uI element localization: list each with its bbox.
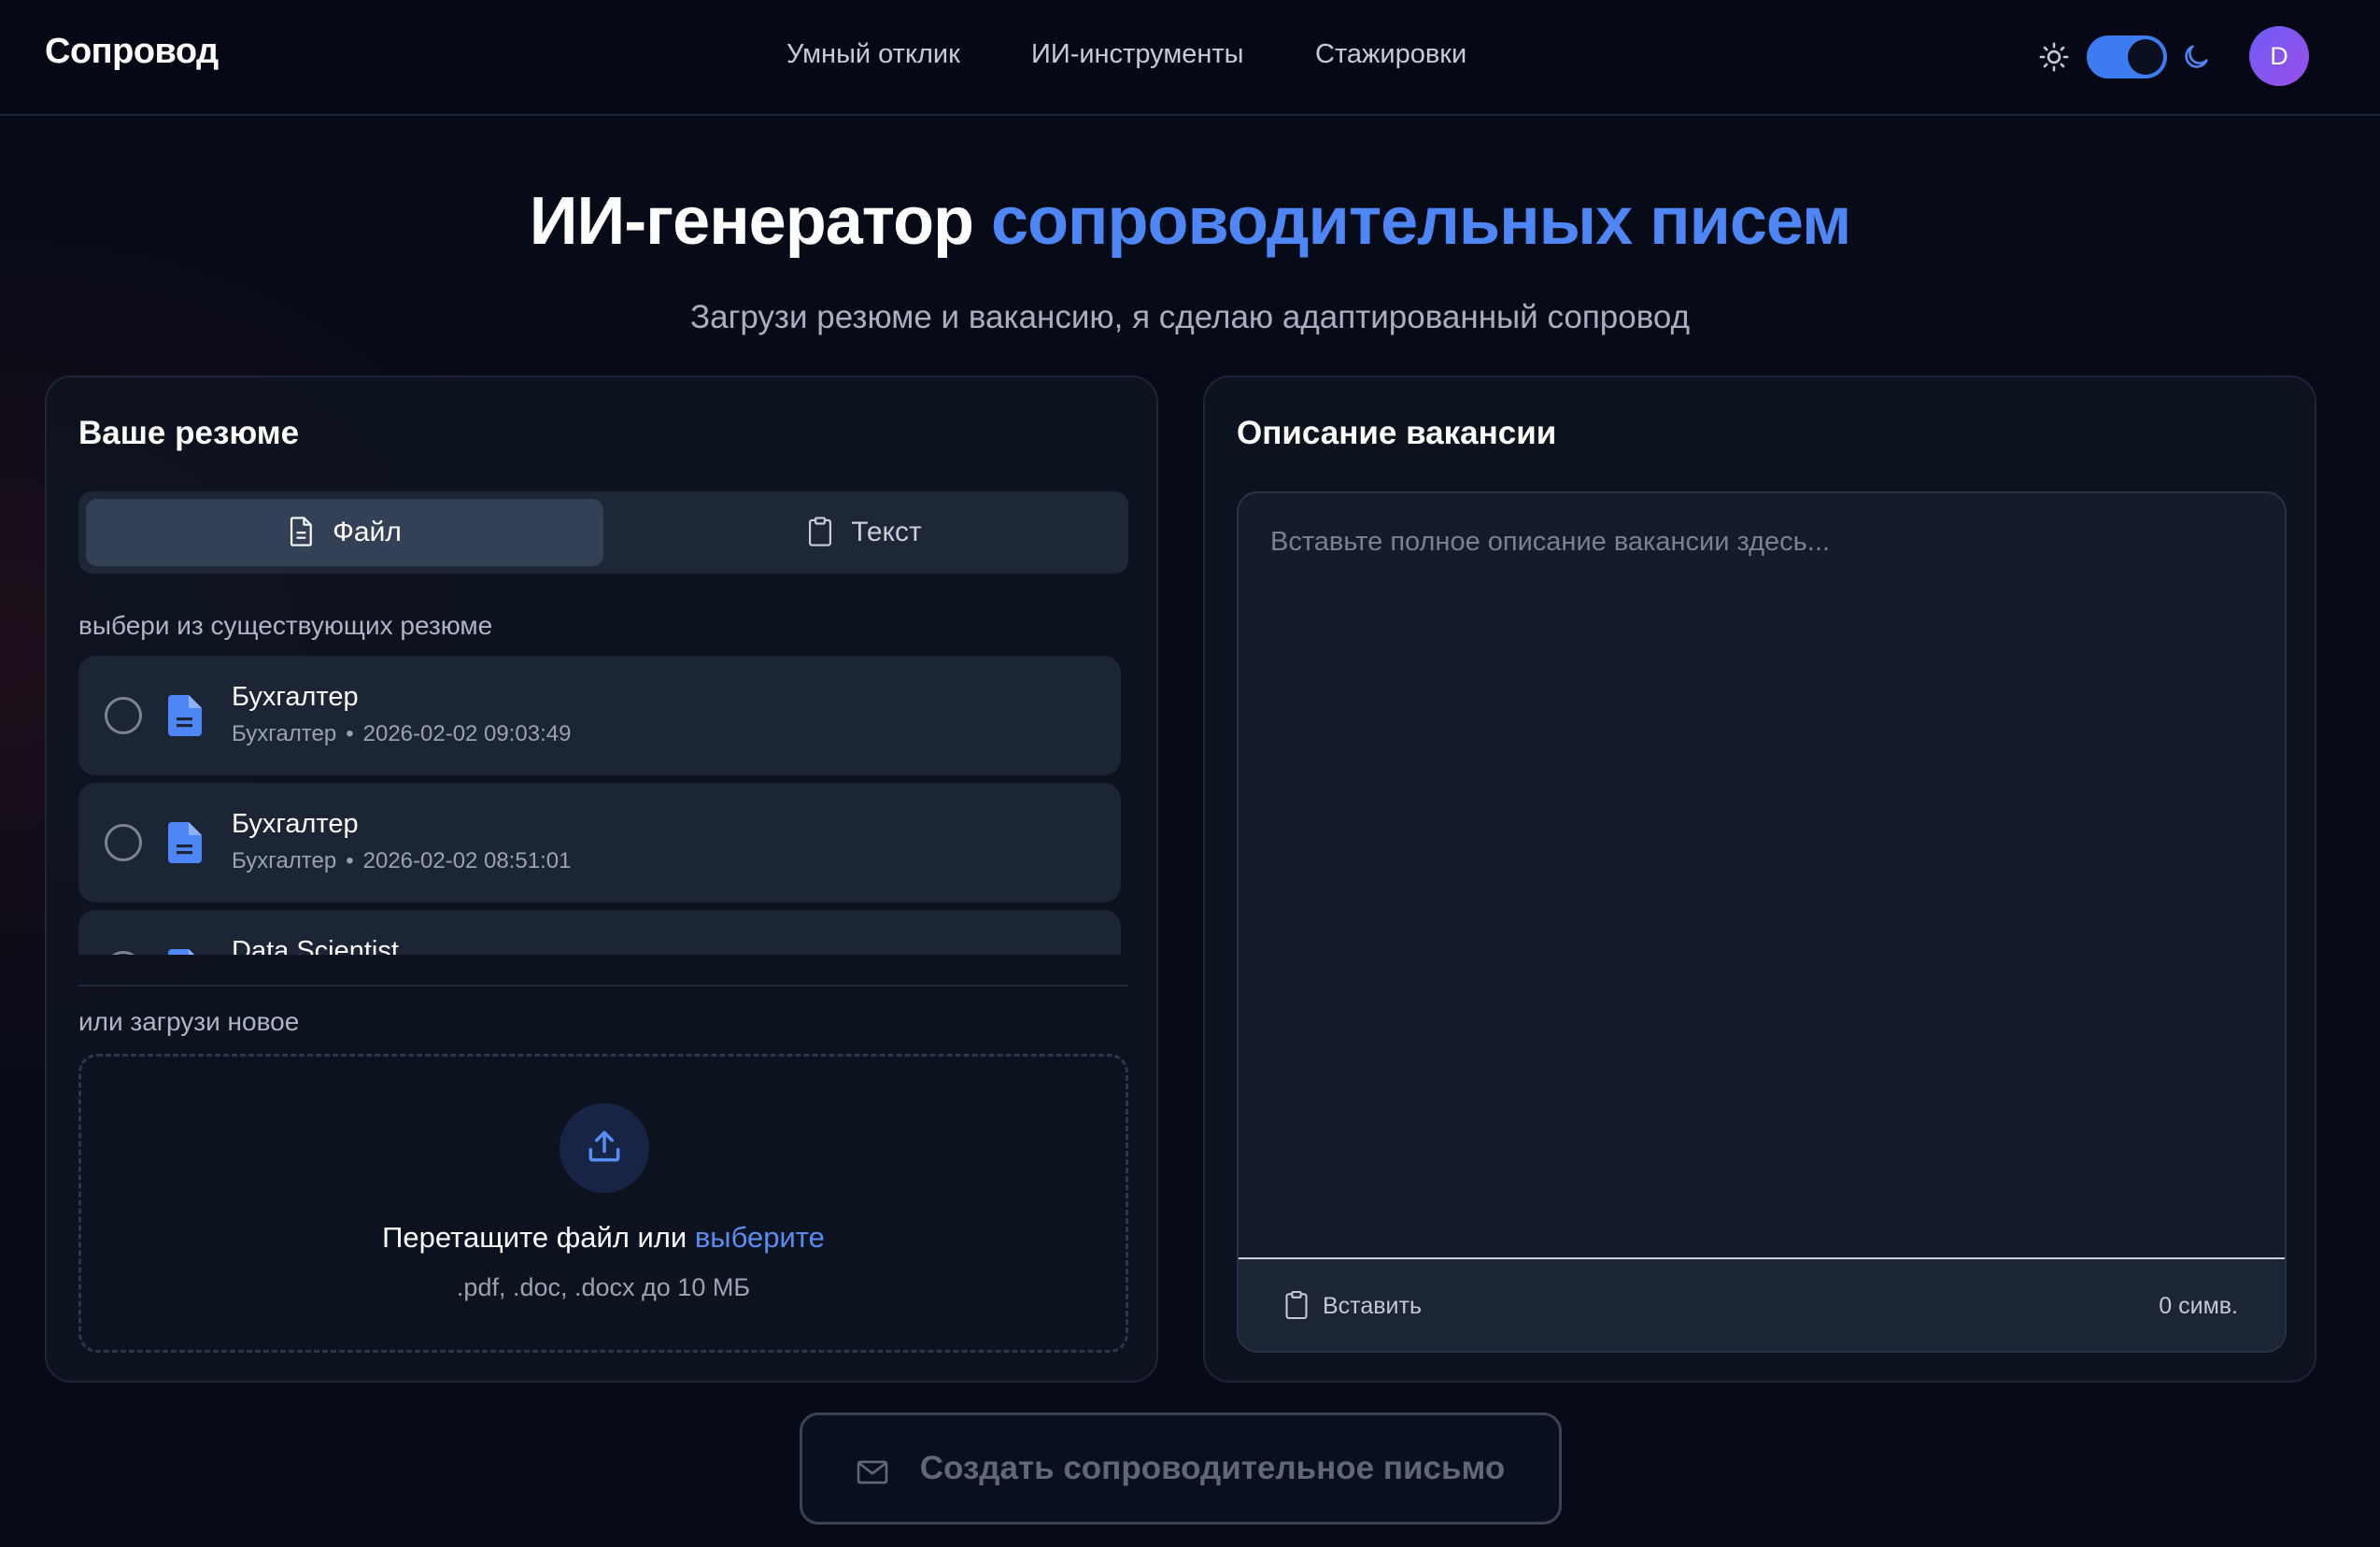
page-subtitle: Загрузи резюме и вакансию, я сделаю адап… [689, 299, 1691, 335]
resume-card-title: Ваше резюме [78, 415, 300, 451]
choose-file-link[interactable]: выберите [695, 1221, 825, 1254]
moon-icon[interactable] [2180, 41, 2212, 73]
upload-icon [588, 1130, 620, 1162]
tab-file[interactable]: Файл [86, 499, 603, 566]
resume-subtitle: Бухгалтер [232, 721, 337, 746]
file-icon [290, 517, 312, 546]
resume-radio[interactable] [105, 697, 142, 734]
resume-date: 2026-02-02 09:03:49 [362, 721, 572, 746]
nav-smart-response[interactable]: Умный отклик [786, 39, 960, 70]
resume-date: 2026-02-02 08:51:01 [362, 848, 572, 873]
paste-button[interactable]: Вставить [1283, 1287, 1422, 1325]
resume-meta: Бухгалтер • 2026-02-02 09:03:49 [232, 721, 571, 747]
resume-radio[interactable] [105, 951, 142, 955]
section-divider [78, 985, 1128, 986]
resume-list-item[interactable]: Бухгалтер Бухгалтер • 2026-02-02 08:51:01 [78, 783, 1121, 902]
vacancy-input-box: Вставить 0 симв. [1237, 491, 2287, 1353]
create-button-label: Создать сопроводительное письмо [919, 1450, 1506, 1486]
page-title-accent: сопроводительных писем [991, 184, 1851, 259]
main-nav: Умный отклик ИИ-инструменты Стажировки [0, 39, 2380, 77]
resume-source-tabs: Файл Текст [78, 491, 1128, 574]
theme-toggle-knob [2128, 39, 2163, 75]
existing-resumes-label: выбери из существующих резюме [78, 611, 493, 640]
resume-subtitle: Бухгалтер [232, 848, 337, 873]
resume-title: Бухгалтер [232, 809, 359, 839]
user-avatar[interactable]: D [2249, 26, 2309, 86]
nav-ai-tools[interactable]: ИИ-инструменты [1031, 39, 1244, 70]
upload-new-label: или загрузи новое [78, 1007, 300, 1036]
paste-button-label: Вставить [1323, 1293, 1422, 1319]
top-navigation-bar: Сопровод Умный отклик ИИ-инструменты Ста… [0, 0, 2380, 116]
create-cover-letter-button[interactable]: Создать сопроводительное письмо [800, 1412, 1562, 1525]
resume-title: Бухгалтер [232, 682, 359, 712]
resume-meta: Бухгалтер • 2026-02-02 08:51:01 [232, 848, 571, 874]
sun-icon[interactable] [2038, 41, 2070, 73]
document-icon [168, 949, 194, 955]
theme-toggle[interactable] [2087, 35, 2167, 78]
clipboard-icon [809, 517, 832, 546]
document-icon [168, 822, 202, 863]
resume-card: Ваше резюме Файл Текст выбери из существ… [45, 376, 1158, 1383]
dropzone-hint: .pdf, .doc, .docx до 10 МБ [456, 1273, 751, 1301]
upload-icon-circle [560, 1103, 649, 1193]
dropzone-text: Перетащите файл или выберите [81, 1221, 1126, 1255]
resume-list[interactable]: Бухгалтер Бухгалтер • 2026-02-02 09:03:49 … [78, 656, 1128, 955]
vacancy-card-title: Описание вакансии [1237, 415, 1557, 451]
document-icon [168, 695, 202, 736]
resume-list-item[interactable]: Data Scientist [78, 910, 1121, 955]
vacancy-description-input[interactable] [1239, 493, 2285, 1257]
meta-separator: • [346, 721, 354, 746]
vacancy-card: Описание вакансии Вставить 0 симв. [1203, 376, 2316, 1383]
file-dropzone[interactable]: Перетащите файл или выберите .pdf, .doc,… [78, 1054, 1128, 1353]
page-title-main: ИИ-генератор [529, 184, 992, 259]
resume-radio[interactable] [105, 824, 142, 861]
mail-icon [857, 1460, 887, 1484]
vacancy-input-footer: Вставить 0 симв. [1239, 1257, 2285, 1351]
resume-list-item[interactable]: Бухгалтер Бухгалтер • 2026-02-02 09:03:49 [78, 656, 1121, 775]
clipboard-icon [1285, 1290, 1308, 1320]
dropzone-prompt: Перетащите файл или [382, 1221, 695, 1254]
character-count: 0 симв. [2159, 1293, 2238, 1319]
resume-title: Data Scientist [232, 936, 399, 955]
tab-file-label: Файл [333, 517, 402, 547]
tab-text-label: Текст [851, 517, 922, 547]
meta-separator: • [346, 848, 354, 873]
nav-internships[interactable]: Стажировки [1315, 39, 1466, 70]
tab-text[interactable]: Текст [607, 499, 1121, 566]
page-title: ИИ-генератор сопроводительных писем [0, 183, 2380, 260]
